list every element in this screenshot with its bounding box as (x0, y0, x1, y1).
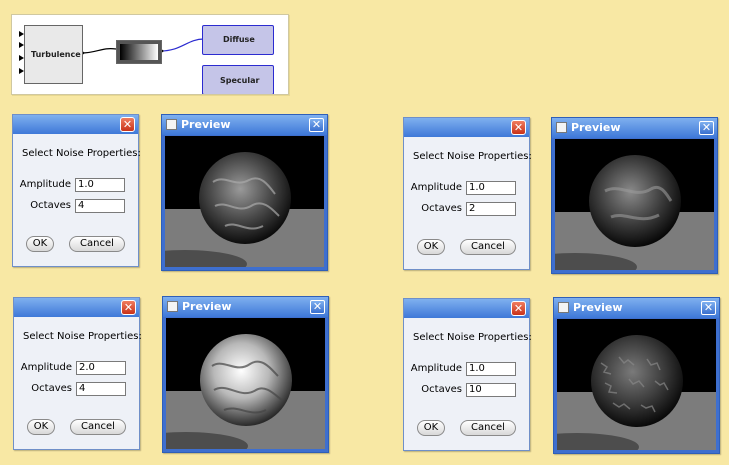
preview-title: Preview (573, 301, 623, 314)
amplitude-label: Amplitude (20, 362, 72, 373)
dialog-prompt: Select Noise Properties: (413, 332, 532, 343)
java-app-icon (556, 122, 567, 133)
amplitude-field[interactable]: 2.0 (76, 361, 126, 375)
amplitude-label: Amplitude (19, 179, 71, 190)
gradient-node[interactable] (116, 40, 162, 64)
turbulence-node-label: Turbulence (31, 50, 81, 59)
noise-sphere (589, 155, 681, 247)
amplitude-field[interactable]: 1.0 (466, 362, 516, 376)
render-canvas (165, 136, 324, 267)
noise-properties-dialog-2: ✕ Select Noise Properties: Amplitude 1.0… (403, 117, 532, 270)
noise-properties-dialog-4: ✕ Select Noise Properties: Amplitude 1.0… (403, 298, 532, 451)
dialog-close-button[interactable]: ✕ (120, 117, 135, 132)
octaves-label: Octaves (31, 383, 72, 394)
preview-titlebar[interactable]: Preview ✕ (552, 118, 717, 138)
ok-button[interactable]: OK (417, 239, 445, 255)
preview-window-3: Preview ✕ (162, 296, 329, 453)
dialog-titlebar[interactable]: ✕ (13, 115, 138, 134)
material-node-graph: Turbulence Diffuse Specular (11, 14, 289, 95)
preview-title: Preview (181, 118, 231, 131)
dialog-close-button[interactable]: ✕ (511, 301, 526, 316)
dialog-titlebar[interactable]: ✕ (14, 298, 139, 317)
dialog-close-button[interactable]: ✕ (511, 120, 526, 135)
gradient-swatch (120, 44, 158, 60)
noise-sphere (200, 334, 292, 426)
preview-window-1: Preview ✕ (161, 114, 328, 271)
preview-titlebar[interactable]: Preview ✕ (554, 298, 719, 318)
preview-close-button[interactable]: ✕ (699, 121, 714, 135)
rendered-sphere-scene (166, 318, 325, 449)
preview-window-4: Preview ✕ (553, 297, 720, 454)
octaves-label: Octaves (421, 203, 462, 214)
cancel-button[interactable]: Cancel (460, 239, 516, 255)
preview-titlebar[interactable]: Preview ✕ (162, 115, 327, 135)
preview-close-button[interactable]: ✕ (309, 118, 324, 132)
octaves-label: Octaves (30, 200, 71, 211)
diffuse-channel-label: Diffuse (223, 35, 255, 44)
preview-close-button[interactable]: ✕ (701, 301, 716, 315)
cancel-button[interactable]: Cancel (70, 419, 126, 435)
ok-button[interactable]: OK (27, 419, 55, 435)
octaves-field[interactable]: 2 (466, 202, 516, 216)
rendered-sphere-scene (555, 139, 714, 270)
java-app-icon (558, 302, 569, 313)
noise-properties-dialog-1: ✕ Select Noise Properties: Amplitude 1.0… (12, 114, 141, 267)
cancel-button[interactable]: Cancel (460, 420, 516, 436)
dialog-prompt: Select Noise Properties: (22, 148, 141, 159)
diffuse-channel[interactable]: Diffuse (202, 25, 274, 55)
link-gradient-diffuse (159, 38, 205, 52)
preview-title: Preview (182, 300, 232, 313)
java-app-icon (167, 301, 178, 312)
preview-titlebar[interactable]: Preview ✕ (163, 297, 328, 317)
cancel-button[interactable]: Cancel (69, 236, 125, 252)
dialog-titlebar[interactable]: ✕ (404, 299, 529, 318)
preview-window-2: Preview ✕ (551, 117, 718, 274)
octaves-field[interactable]: 4 (76, 382, 126, 396)
preview-title: Preview (571, 121, 621, 134)
noise-sphere (591, 335, 683, 427)
ok-button[interactable]: OK (417, 420, 445, 436)
noise-sphere (199, 152, 291, 244)
octaves-field[interactable]: 4 (75, 199, 125, 213)
specular-channel-label: Specular (220, 76, 260, 85)
rendered-sphere-scene (557, 319, 716, 450)
dialog-prompt: Select Noise Properties: (413, 151, 532, 162)
octaves-label: Octaves (421, 384, 462, 395)
ok-button[interactable]: OK (26, 236, 54, 252)
dialog-close-button[interactable]: ✕ (121, 300, 136, 315)
noise-properties-dialog-3: ✕ Select Noise Properties: Amplitude 2.0… (13, 297, 142, 450)
amplitude-field[interactable]: 1.0 (75, 178, 125, 192)
link-turbulence-gradient (80, 47, 117, 54)
amplitude-label: Amplitude (410, 182, 462, 193)
preview-close-button[interactable]: ✕ (310, 300, 325, 314)
turbulence-node[interactable]: Turbulence (24, 25, 83, 84)
rendered-sphere-scene (165, 136, 324, 267)
dialog-prompt: Select Noise Properties: (23, 331, 142, 342)
amplitude-field[interactable]: 1.0 (466, 181, 516, 195)
octaves-field[interactable]: 10 (466, 383, 516, 397)
render-canvas (557, 319, 716, 450)
amplitude-label: Amplitude (410, 363, 462, 374)
render-canvas (555, 139, 714, 270)
specular-channel[interactable]: Specular (202, 65, 274, 94)
java-app-icon (166, 119, 177, 130)
render-canvas (166, 318, 325, 449)
dialog-titlebar[interactable]: ✕ (404, 118, 529, 137)
